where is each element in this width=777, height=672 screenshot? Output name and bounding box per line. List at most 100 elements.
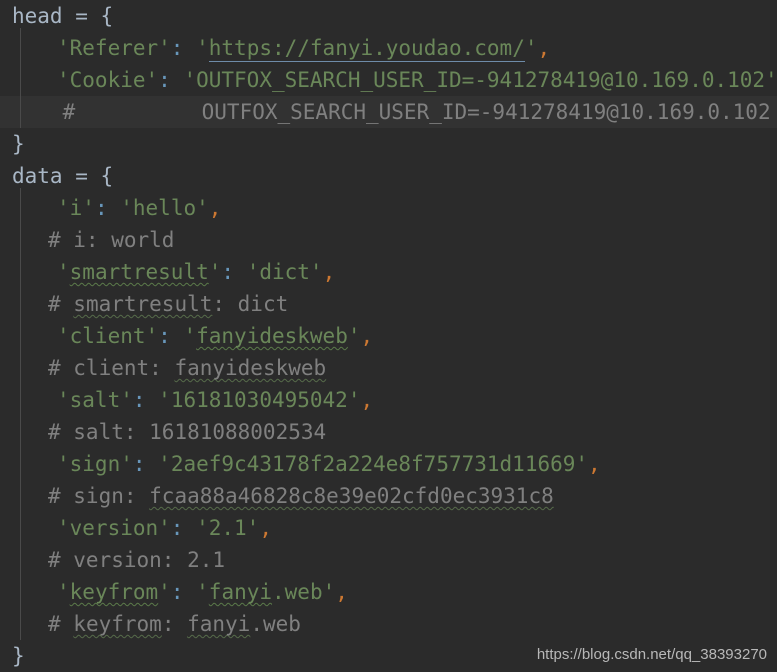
code-line-text: } [12,128,25,160]
code-token: : [158,324,171,348]
code-line[interactable]: data = { [0,160,777,192]
code-token: : [170,36,184,60]
code-line-text: 'Cookie': 'OUTFOX_SEARCH_USER_ID=-941278… [57,64,777,96]
code-token: 'Referer' [57,36,171,60]
code-line[interactable]: 'client': 'fanyideskweb', [0,320,777,352]
code-token: smartresult [69,260,209,284]
code-token: 'i' [57,196,95,220]
code-content[interactable]: head = {'Referer': 'https://fanyi.youdao… [0,0,777,672]
code-line[interactable]: # smartresult: dict [0,288,777,320]
code-line-text: # i: world [48,224,174,256]
code-token: { [100,4,114,28]
code-token: : [170,516,184,540]
csdn-watermark: https://blog.csdn.net/qq_38393270 [536,646,767,663]
code-token: # OUTFOX_SEARCH_USER_ID=-941278419@10.16… [12,100,771,124]
code-token: data [12,164,63,188]
code-line[interactable]: # keyfrom: fanyi.web [0,608,777,640]
code-token: } [12,644,25,668]
code-token: ' [196,580,209,604]
code-token: # version: 2.1 [48,548,226,572]
code-line-text: 'i': 'hello', [57,192,221,224]
code-token: , [322,260,336,284]
code-token: ' [196,36,209,60]
code-token: 'version' [57,516,171,540]
code-token: ' [347,324,361,348]
code-line[interactable]: 'smartresult': 'dict', [0,256,777,288]
code-token: : [94,196,108,220]
code-token: # [48,292,74,316]
code-token: # i: world [48,228,175,252]
code-token: fanyi [187,612,251,636]
code-token: 'hello' [120,196,209,220]
code-token: keyfrom [73,612,162,636]
code-token: ' [524,36,538,60]
code-line-text: 'client': 'fanyideskweb', [57,320,373,352]
code-token: fanyi [208,580,273,604]
code-line-text: # client: fanyideskweb [48,352,326,384]
code-line[interactable]: # i: world [0,224,777,256]
code-token: # client: [48,356,175,380]
code-line-text: 'keyfrom': 'fanyi.web', [57,576,348,608]
code-token: , [208,196,222,220]
code-token: 'client' [57,324,159,348]
code-token: .web [250,612,301,636]
code-token: = [75,164,88,188]
code-line[interactable]: # OUTFOX_SEARCH_USER_ID=-941278419@10.16… [0,96,777,128]
code-token: # [48,612,74,636]
code-line[interactable]: 'Referer': 'https://fanyi.youdao.com/', [0,32,777,64]
code-line-text: # salt: 16181088002534 [48,416,326,448]
code-line[interactable]: head = { [0,0,777,32]
code-line-text: # sign: fcaa88a46828c8e39e02cfd0ec3931c8 [48,480,554,512]
indent-guide-2 [20,188,21,640]
code-line-text: # keyfrom: fanyi.web [48,608,301,640]
code-line-text: } [12,640,25,672]
code-line[interactable]: 'Cookie': 'OUTFOX_SEARCH_USER_ID=-941278… [0,64,777,96]
code-token: : [158,68,171,92]
code-token: : [132,388,146,412]
code-token: : [161,612,188,636]
code-line[interactable]: 'salt': '16181030495042', [0,384,777,416]
code-line-text: # smartresult: dict [48,288,289,320]
code-line[interactable]: } [0,128,777,160]
code-token: 'dict' [246,260,323,284]
code-line[interactable]: 'i': 'hello', [0,192,777,224]
code-token: smartresult [73,292,213,316]
code-token: : [132,452,146,476]
code-line[interactable]: 'sign': '2aef9c43178f2a224e8f757731d1166… [0,448,777,480]
code-token: , [537,36,551,60]
code-line-text: 'sign': '2aef9c43178f2a224e8f757731d1166… [57,448,601,480]
code-token: .web' [272,580,336,604]
code-token: { [100,164,114,188]
code-line-text: 'Referer': 'https://fanyi.youdao.com/', [57,32,550,64]
code-token: } [12,132,25,156]
code-token: ' [183,324,197,348]
code-line[interactable]: # client: fanyideskweb [0,352,777,384]
code-token: # salt: 16181088002534 [48,420,327,444]
code-token: , [259,516,272,540]
code-token: ' [208,260,222,284]
code-token: keyfrom [69,580,159,604]
code-line[interactable]: # salt: 16181088002534 [0,416,777,448]
code-token: https://fanyi.youdao.com/ [208,36,525,62]
code-line[interactable]: # sign: fcaa88a46828c8e39e02cfd0ec3931c8 [0,480,777,512]
code-line[interactable]: 'keyfrom': 'fanyi.web', [0,576,777,608]
code-token: : dict [212,292,289,316]
code-line[interactable]: # version: 2.1 [0,544,777,576]
code-editor-surface[interactable]: head = {'Referer': 'https://fanyi.youdao… [0,0,777,671]
code-token: 'sign' [57,452,133,476]
code-line-text: 'smartresult': 'dict', [57,256,335,288]
indent-guide-1 [20,28,21,128]
code-line[interactable]: 'version': '2.1', [0,512,777,544]
